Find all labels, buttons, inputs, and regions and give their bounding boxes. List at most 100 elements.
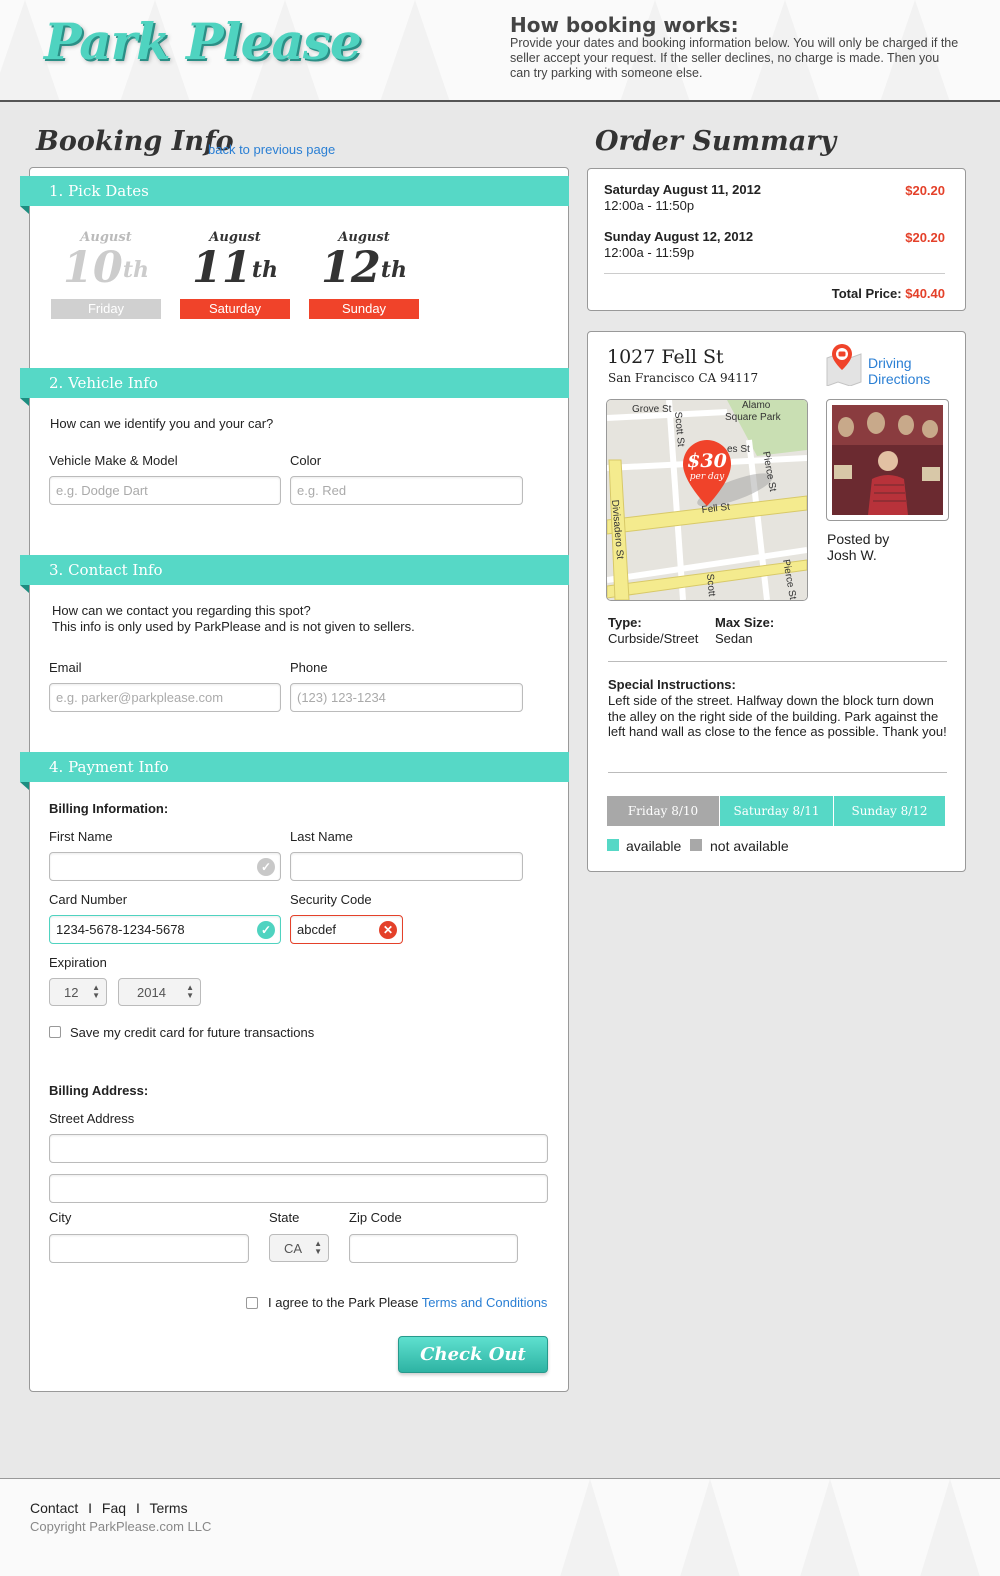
special-instructions-label: Special Instructions: — [608, 677, 736, 692]
map-street-label: es St — [727, 444, 750, 455]
date-suffix: th — [251, 257, 278, 283]
map-street-label: Square Park — [725, 412, 782, 423]
error-x-icon: ✕ — [379, 921, 397, 939]
section-pick-dates: 1. Pick Dates — [20, 176, 569, 214]
type-value: Curbside/Street — [608, 631, 699, 646]
map-pin-price: $30 — [687, 450, 727, 472]
date-option-aug-10[interactable]: August 10th Friday — [51, 230, 161, 319]
divider — [608, 772, 947, 773]
checkout-button[interactable]: Check Out — [398, 1336, 548, 1373]
legend-available-label: available — [626, 838, 682, 854]
street-address-input-2[interactable] — [49, 1174, 548, 1203]
map-pin-unit: per day — [690, 472, 725, 482]
first-name-input[interactable] — [49, 852, 281, 881]
contact-privacy-note: This info is only used by ParkPlease and… — [52, 619, 415, 634]
vehicle-make-input[interactable] — [49, 476, 281, 505]
special-instructions-text: Left side of the street. Halfway down th… — [608, 693, 947, 739]
zip-code-label: Zip Code — [349, 1210, 402, 1225]
select-arrows-icon: ▲ ▼ — [92, 983, 100, 1000]
map-street-label: Grove St — [632, 404, 672, 415]
section-vehicle-info: 2. Vehicle Info — [20, 368, 569, 406]
expiration-month-select[interactable]: 12 ▲ ▼ — [49, 978, 107, 1006]
map-street-label: Alamo — [742, 400, 771, 411]
email-label: Email — [49, 660, 82, 675]
billing-info-heading: Billing Information: — [49, 801, 169, 816]
order-total: Total Price: $40.40 — [700, 286, 945, 301]
order-item-time: 12:00a - 11:50p — [604, 198, 695, 213]
max-size-label: Max Size: — [715, 615, 775, 630]
date-day: 11 — [191, 243, 252, 293]
security-code-label: Security Code — [290, 892, 372, 907]
location-map[interactable]: Grove St Alamo Square Park Scott St es S… — [606, 399, 808, 601]
date-weekday-badge: Friday — [51, 299, 161, 319]
date-weekday-badge: Saturday — [180, 299, 290, 319]
card-number-input[interactable] — [49, 915, 281, 944]
legend-unavailable-label: not available — [710, 838, 789, 854]
date-option-aug-12[interactable]: August 12th Sunday — [309, 230, 419, 319]
legend-available-swatch — [607, 839, 619, 851]
section-payment-info: 4. Payment Info — [20, 752, 569, 790]
how-booking-works: How booking works: Provide your dates an… — [510, 14, 960, 81]
order-item-price: $20.20 — [905, 183, 945, 198]
select-arrows-icon: ▲ ▼ — [186, 983, 194, 1000]
city-input[interactable] — [49, 1234, 249, 1263]
listing-address: 1027 Fell St — [607, 346, 724, 368]
poster-avatar[interactable] — [832, 405, 943, 515]
city-label: City — [49, 1210, 72, 1225]
total-value: $40.40 — [905, 286, 945, 301]
terms-link[interactable]: Terms and Conditions — [422, 1295, 548, 1310]
map-pin-icon[interactable] — [824, 342, 864, 386]
poster-name[interactable]: Josh W. — [827, 547, 877, 563]
divider — [608, 661, 947, 662]
vehicle-make-label: Vehicle Make & Model — [49, 453, 178, 468]
order-item-date: Saturday August 11, 2012 — [604, 182, 762, 197]
vehicle-color-input[interactable] — [290, 476, 523, 505]
how-text: Provide your dates and booking informati… — [510, 36, 959, 80]
total-label: Total Price: — [831, 286, 902, 301]
state-select[interactable]: CA ▲ ▼ — [269, 1234, 329, 1262]
footer-link-faq[interactable]: Faq — [102, 1500, 126, 1516]
zip-code-input[interactable] — [349, 1234, 518, 1263]
date-option-aug-11[interactable]: August 11th Saturday — [180, 230, 290, 319]
order-summary-title: Order Summary — [595, 126, 837, 157]
state-label: State — [269, 1210, 300, 1225]
street-address-input-1[interactable] — [49, 1134, 548, 1163]
expiration-label: Expiration — [49, 955, 107, 970]
billing-address-heading: Billing Address: — [49, 1083, 149, 1098]
expiration-year-value: 2014 — [137, 985, 166, 1000]
last-name-input[interactable] — [290, 852, 523, 881]
footer-link-contact[interactable]: Contact — [30, 1500, 78, 1516]
agree-terms-label: I agree to the Park Please Terms and Con… — [268, 1295, 547, 1310]
date-day: 10 — [62, 243, 123, 293]
vehicle-color-label: Color — [290, 453, 322, 468]
booking-info-title: Booking Info — [36, 126, 234, 157]
save-card-checkbox[interactable] — [49, 1026, 61, 1038]
select-arrows-icon: ▲ ▼ — [314, 1239, 322, 1256]
posted-by-label: Posted by — [827, 531, 890, 547]
last-name-label: Last Name — [290, 829, 353, 844]
save-card-label: Save my credit card for future transacti… — [70, 1025, 315, 1040]
email-input[interactable] — [49, 683, 281, 712]
copyright: Copyright ParkPlease.com LLC — [30, 1519, 212, 1534]
listing-city: San Francisco CA 94117 — [608, 371, 759, 385]
site-logo[interactable]: Park Please — [44, 12, 362, 71]
date-suffix: th — [380, 257, 407, 283]
state-value: CA — [284, 1241, 303, 1256]
availability-saturday: Saturday 8/11 — [720, 796, 833, 826]
phone-label: Phone — [290, 660, 328, 675]
agree-terms-checkbox[interactable] — [246, 1297, 258, 1309]
map-street-label: Scott St — [704, 573, 718, 600]
driving-directions-link[interactable]: Driving Directions — [868, 355, 938, 387]
back-to-previous-link[interactable]: back to previous page — [208, 142, 335, 157]
date-day: 12 — [320, 243, 381, 293]
date-suffix: th — [122, 257, 149, 283]
order-item-date: Sunday August 12, 2012 — [604, 229, 754, 244]
date-weekday-badge: Sunday — [309, 299, 419, 319]
phone-input[interactable] — [290, 683, 523, 712]
site-footer: Contact I Faq I Terms Copyright ParkPlea… — [0, 1478, 1000, 1576]
poster-photo-frame — [826, 399, 949, 521]
first-name-label: First Name — [49, 829, 113, 844]
expiration-year-select[interactable]: 2014 ▲ ▼ — [118, 978, 201, 1006]
vehicle-prompt: How can we identify you and your car? — [50, 416, 274, 431]
footer-link-terms[interactable]: Terms — [149, 1500, 187, 1516]
